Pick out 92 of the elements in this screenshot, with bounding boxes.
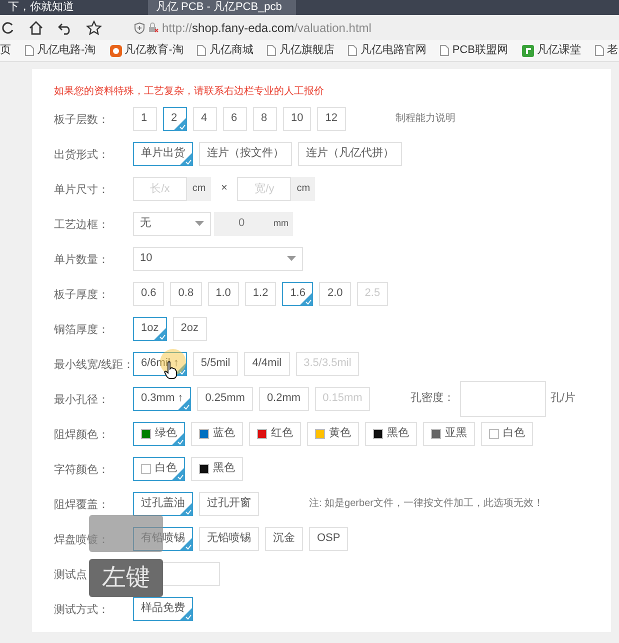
field-label: 阻焊颜色：: [54, 428, 109, 440]
option-button[interactable]: 过孔盖油: [133, 492, 193, 516]
option-button[interactable]: 0.8: [170, 282, 202, 306]
field-label: 字符颜色：: [54, 464, 109, 476]
option-button[interactable]: 10: [283, 106, 312, 130]
undo-icon[interactable]: [58, 20, 72, 34]
page-icon: [594, 45, 604, 56]
option-button[interactable]: 黑色: [365, 422, 417, 446]
option-button[interactable]: 2: [163, 106, 187, 130]
option-button[interactable]: 6: [223, 106, 247, 130]
bookmark-favicon-icon: [522, 44, 534, 56]
bookmark-item[interactable]: 凡亿电路官网: [348, 42, 426, 59]
bookmark-item[interactable]: 页: [0, 42, 11, 59]
key-press-tooltip: 左键: [89, 559, 163, 597]
bookmark-item[interactable]: 凡亿商城: [197, 42, 254, 59]
field-label: 孔密度：: [410, 390, 454, 406]
field-label: 最小孔径：: [54, 394, 109, 406]
option-button[interactable]: 白色: [481, 422, 533, 446]
option-button[interactable]: 2.0: [319, 282, 351, 306]
bookmark-favicon-icon: [110, 44, 122, 56]
option-button[interactable]: 1oz: [133, 316, 167, 340]
option-button[interactable]: 红色: [249, 422, 301, 446]
option-button[interactable]: 0.6: [133, 282, 164, 306]
option-button[interactable]: 亚黑: [423, 422, 475, 446]
option-button[interactable]: 12: [317, 106, 346, 130]
field-label: 阻焊覆盖：: [54, 498, 109, 510]
page-icon: [197, 45, 206, 56]
option-button[interactable]: 黑色: [191, 456, 243, 480]
field-label: 工艺边框：: [54, 218, 109, 230]
option-button[interactable]: 0.3mm ↑: [133, 386, 192, 410]
page-icon: [267, 45, 276, 56]
quantity-select[interactable]: 10: [133, 246, 303, 270]
option-button[interactable]: 过孔开窗: [199, 492, 259, 516]
home-icon[interactable]: [28, 20, 44, 36]
option-button[interactable]: 黄色: [307, 422, 359, 446]
frame-select[interactable]: 无: [133, 212, 211, 236]
option-button[interactable]: 连片（按文件）: [199, 142, 292, 166]
dropdown-caret-icon: [287, 256, 296, 261]
field-label: 铜箔厚度：: [54, 324, 109, 336]
option-button[interactable]: 1.0: [208, 282, 239, 306]
hole-density-field[interactable]: [460, 380, 546, 416]
browser-tab[interactable]: 凡亿 PCB - 凡亿PCB_pcb: [148, 0, 296, 15]
url-text[interactable]: http://shop.fany-eda.com/valuation.html: [162, 18, 372, 36]
option-button[interactable]: 无铅喷锡: [199, 526, 259, 550]
option-button[interactable]: 绿色: [133, 422, 185, 446]
lock-icon: [148, 22, 159, 33]
field-label: 板子层数：: [54, 114, 109, 126]
bookmark-item[interactable]: 凡亿旗舰店: [267, 42, 334, 59]
option-button[interactable]: 沉金: [265, 526, 303, 550]
field-label: 单片尺寸：: [54, 184, 109, 196]
option-button[interactable]: 4: [193, 106, 217, 130]
field-label: 测试方式：: [54, 604, 109, 616]
frame-width-field[interactable]: 0 mm: [214, 212, 293, 236]
option-button[interactable]: 2oz: [172, 316, 206, 340]
star-icon[interactable]: [86, 20, 102, 36]
note-text: 注: 如是gerber文件，一律按文件加工，此选项无效！: [309, 496, 544, 511]
bookmark-item[interactable]: PCB联盟网: [440, 42, 508, 59]
option-button[interactable]: 蓝色: [191, 422, 243, 446]
option-button[interactable]: 8: [253, 106, 277, 130]
reload-icon[interactable]: [2, 20, 14, 34]
option-button[interactable]: 1.2: [244, 282, 276, 306]
page-icon: [25, 45, 34, 56]
option-button[interactable]: 0.25mm: [197, 386, 253, 410]
bookmark-item[interactable]: 凡亿电路-淘: [25, 42, 96, 59]
times-sign: ×: [221, 181, 228, 196]
unit-label: cm: [291, 176, 316, 200]
field-label: 出货形式：: [54, 148, 109, 160]
shield-icon: [134, 22, 145, 34]
option-button[interactable]: 4/4mil: [244, 352, 290, 376]
bookmark-item[interactable]: 凡亿课堂: [522, 42, 581, 59]
option-button[interactable]: 5/5mil: [192, 352, 238, 376]
option-button[interactable]: 样品免费: [133, 596, 193, 620]
option-button[interactable]: 单片出货: [133, 142, 193, 166]
note-text: 制程能力说明: [396, 112, 456, 126]
field-label: 单片数量：: [54, 254, 109, 266]
option-button[interactable]: 白色: [133, 456, 185, 480]
field-label: 最小线宽/线距：: [54, 358, 134, 370]
bookmark-item[interactable]: 老: [594, 42, 618, 59]
unit-label: cm: [187, 176, 211, 200]
unit-label: 孔/片: [550, 391, 576, 406]
page-icon: [348, 45, 358, 56]
field-label: 测试点: [54, 568, 87, 580]
option-button[interactable]: 连片（凡亿代拼）: [298, 142, 402, 166]
option-button[interactable]: 1.6: [282, 282, 314, 306]
page-icon: [440, 45, 450, 56]
option-button[interactable]: 1: [133, 106, 157, 130]
field-label: 板子厚度：: [54, 288, 109, 300]
bookmark-item[interactable]: 凡亿教育-淘: [110, 42, 184, 59]
option-button[interactable]: 0.2mm: [258, 386, 309, 410]
option-button[interactable]: OSP: [309, 526, 348, 550]
notice-text: 如果您的资料特殊，工艺复杂，请联系右边栏专业的人工报价: [54, 84, 325, 98]
dropdown-caret-icon: [195, 221, 204, 226]
